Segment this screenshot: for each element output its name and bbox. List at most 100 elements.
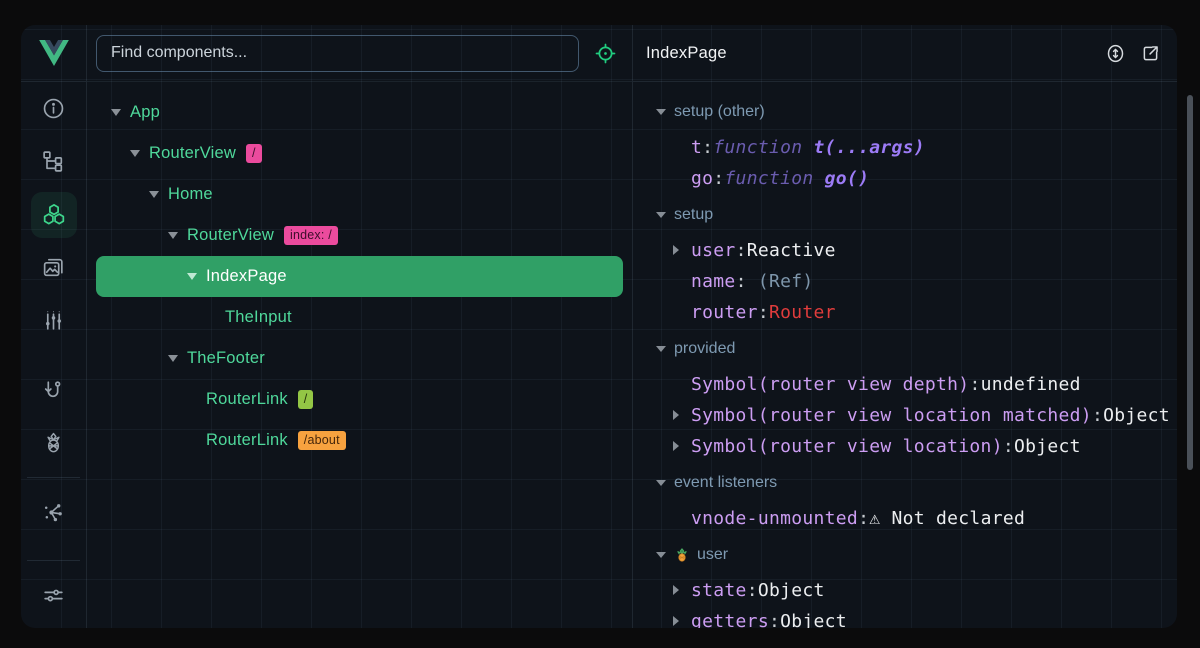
property-value: Object [1103, 405, 1170, 426]
sidebar-item-components[interactable] [21, 188, 86, 241]
key-value-separator: : [1003, 436, 1014, 457]
tree-row[interactable]: RouterLink / [96, 379, 623, 420]
section-header[interactable]: user [633, 539, 1177, 570]
property-value: Object [1014, 436, 1081, 457]
inspector-panel: IndexPage [633, 25, 1177, 628]
sidebar-item-graph[interactable] [21, 486, 86, 539]
scroll-to-component-button[interactable] [1105, 43, 1126, 64]
route-badge: / [246, 144, 262, 164]
tree-row[interactable]: TheInput [96, 297, 623, 338]
collapse-icon[interactable] [656, 346, 666, 352]
collapse-icon[interactable] [656, 212, 666, 218]
module-graph-icon [41, 500, 66, 525]
expand-toggle-icon[interactable] [168, 232, 178, 239]
key-value-separator: : [702, 137, 713, 158]
property-row[interactable]: Symbol(router view depth) : undefined [633, 369, 1177, 400]
section-header[interactable]: event listeners [633, 467, 1177, 498]
page-scrollbar[interactable] [1187, 95, 1193, 470]
section-header[interactable]: provided [633, 333, 1177, 364]
select-component-target-button[interactable] [592, 40, 618, 66]
expand-icon[interactable] [673, 410, 679, 420]
collapse-icon[interactable] [656, 480, 666, 486]
property-row[interactable]: vnode-unmounted : ⚠ Not declared [633, 503, 1177, 534]
component-name: Home [168, 186, 213, 203]
property-row[interactable]: name : (Ref) [633, 266, 1177, 297]
property-key: vnode-unmounted [691, 508, 858, 529]
tree-row[interactable]: TheFooter [96, 338, 623, 379]
route-badge: / [298, 390, 314, 410]
sidebar-item-settings[interactable] [21, 569, 86, 622]
component-name: App [130, 104, 160, 121]
scroll-to-component-icon [1105, 43, 1126, 64]
key-value-separator: : [736, 271, 747, 292]
section-label: provided [674, 340, 735, 358]
inspector-section: setup user : Reactive name : (Ref) route… [633, 199, 1177, 328]
external-link-icon [1140, 43, 1161, 64]
property-value: Object [758, 580, 825, 601]
collapse-icon[interactable] [656, 552, 666, 558]
images-icon [41, 255, 66, 280]
route-badge: index: / [284, 226, 338, 246]
tree-row[interactable]: App [96, 92, 623, 133]
expand-toggle-icon[interactable] [168, 355, 178, 362]
property-row[interactable]: t : function t(...args) [633, 132, 1177, 163]
components-hexagons-icon [41, 202, 67, 228]
property-value: function go() [724, 168, 869, 189]
open-in-editor-button[interactable] [1140, 43, 1161, 64]
inspector-section: setup (other) t : function t(...args) go… [633, 96, 1177, 194]
expand-toggle-icon[interactable] [149, 191, 159, 198]
sidebar-item-router[interactable] [21, 363, 86, 416]
sidebar [21, 25, 87, 628]
property-row[interactable]: state : Object [633, 575, 1177, 606]
property-row[interactable]: Symbol(router view location matched) : O… [633, 400, 1177, 431]
expand-toggle-icon[interactable] [130, 150, 140, 157]
component-name: RouterView [149, 145, 236, 162]
inspector-section: user state : Object getters : Object [633, 539, 1177, 628]
section-rows: vnode-unmounted : ⚠ Not declared [633, 503, 1177, 534]
property-row[interactable]: router : Router [633, 297, 1177, 328]
property-row[interactable]: go : function go() [633, 163, 1177, 194]
property-row[interactable]: getters : Object [633, 606, 1177, 628]
inspector-section: provided Symbol(router view depth) : und… [633, 333, 1177, 462]
property-key: Symbol(router view depth) [691, 374, 969, 395]
sidebar-item-pages[interactable] [21, 135, 86, 188]
section-header[interactable]: setup (other) [633, 96, 1177, 127]
key-value-separator: : [858, 508, 869, 529]
expand-icon[interactable] [673, 245, 679, 255]
expand-icon[interactable] [673, 616, 679, 626]
vue-logo[interactable] [21, 25, 86, 82]
tree-row[interactable]: Home [96, 174, 623, 215]
property-key: go [691, 168, 713, 189]
property-key: Symbol(router view location matched) [691, 405, 1092, 426]
sidebar-item-timeline[interactable] [21, 294, 86, 347]
tree-row[interactable]: RouterLink /about [96, 420, 623, 461]
tree-row[interactable]: RouterView index: / [96, 215, 623, 256]
property-value: Reactive [747, 240, 836, 261]
pinia-store-icon [674, 547, 690, 563]
expand-toggle-icon[interactable] [111, 109, 121, 116]
section-header[interactable]: setup [633, 199, 1177, 230]
property-row[interactable]: Symbol(router view location) : Object [633, 431, 1177, 462]
property-key: Symbol(router view location) [691, 436, 1003, 457]
sidebar-divider [27, 477, 80, 478]
expand-icon[interactable] [673, 585, 679, 595]
tree-row[interactable]: RouterView / [96, 133, 623, 174]
component-name: TheInput [225, 309, 292, 326]
key-value-separator: : [969, 374, 980, 395]
sidebar-item-assets[interactable] [21, 241, 86, 294]
sidebar-item-overview[interactable] [21, 82, 86, 135]
search-input[interactable] [96, 35, 579, 72]
route-hook-icon [41, 377, 66, 402]
expand-icon[interactable] [673, 441, 679, 451]
property-row[interactable]: user : Reactive [633, 235, 1177, 266]
target-icon [594, 42, 617, 65]
tree-row[interactable]: IndexPage [96, 256, 623, 297]
collapse-icon[interactable] [656, 109, 666, 115]
vue-logo-icon [39, 40, 69, 66]
component-tree: App RouterView / Home RouterView index: … [87, 82, 632, 628]
sidebar-item-pinia[interactable] [21, 416, 86, 469]
route-badge: /about [298, 431, 346, 451]
expand-toggle-icon[interactable] [187, 273, 197, 280]
key-value-separator: : [713, 168, 724, 189]
property-value: function t(...args) [713, 137, 925, 158]
